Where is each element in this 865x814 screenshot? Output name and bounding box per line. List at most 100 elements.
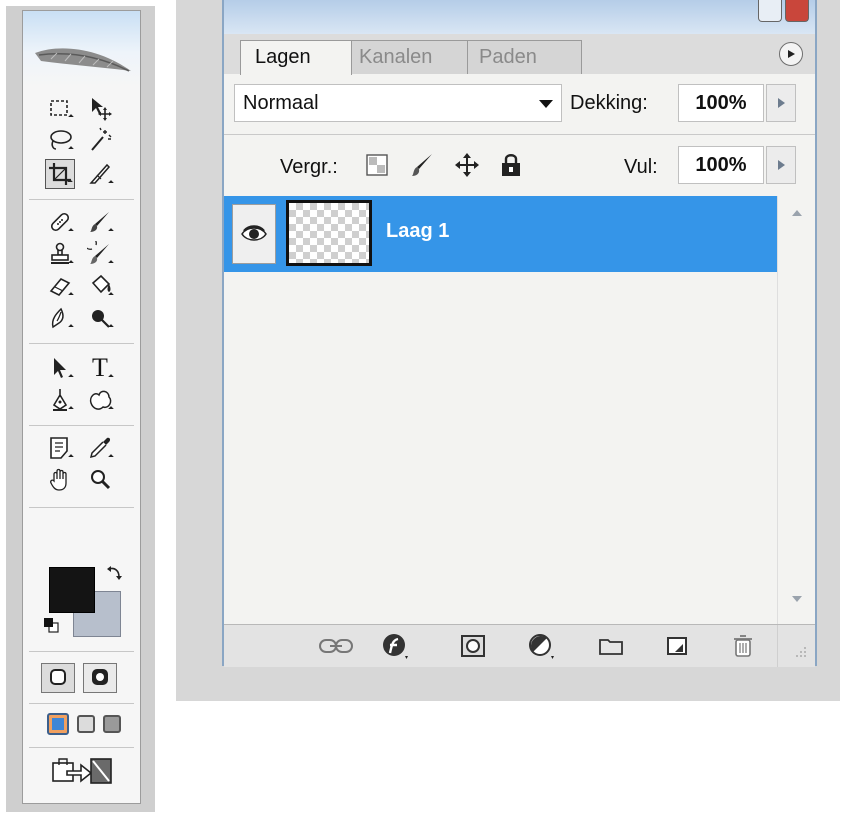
layer-thumbnail[interactable] bbox=[286, 200, 372, 266]
fill-slider-button[interactable] bbox=[766, 146, 796, 184]
panel-menu-button[interactable] bbox=[779, 42, 803, 66]
tab-channels[interactable]: Kanalen bbox=[344, 40, 468, 74]
link-icon bbox=[319, 639, 353, 653]
tools-divider bbox=[29, 425, 134, 426]
type-tool[interactable]: T bbox=[85, 353, 115, 383]
jump-to-imageready-icon[interactable] bbox=[51, 753, 115, 787]
feather-logo-icon bbox=[35, 48, 131, 72]
panel-tabs: Lagen Kanalen Paden bbox=[224, 34, 815, 75]
lock-all-icon[interactable] bbox=[500, 152, 522, 178]
standard-mode-icon bbox=[50, 669, 66, 685]
clone-stamp-tool[interactable] bbox=[45, 239, 75, 269]
add-layer-mask-button[interactable] bbox=[458, 631, 488, 661]
opacity-input[interactable]: 100% bbox=[678, 84, 764, 122]
tab-layers[interactable]: Lagen bbox=[240, 40, 352, 75]
full-screen-mode-button[interactable] bbox=[103, 715, 121, 733]
healing-brush-tool[interactable] bbox=[45, 207, 75, 237]
paint-bucket-tool[interactable] bbox=[85, 271, 115, 301]
new-page-icon bbox=[667, 637, 687, 655]
standard-screen-mode-button[interactable] bbox=[47, 713, 69, 735]
magic-wand-tool[interactable] bbox=[85, 125, 115, 155]
type-icon: T bbox=[92, 353, 108, 382]
fill-label: Vul: bbox=[624, 156, 658, 178]
opacity-slider-button[interactable] bbox=[766, 84, 796, 122]
slice-tool[interactable] bbox=[85, 159, 115, 189]
tools-header bbox=[23, 11, 140, 87]
brush-tool[interactable] bbox=[85, 207, 115, 237]
magic-wand-icon bbox=[91, 127, 112, 151]
close-button[interactable] bbox=[785, 0, 809, 22]
grip-dots bbox=[796, 647, 806, 657]
visibility-toggle[interactable] bbox=[232, 204, 276, 264]
trash-icon bbox=[734, 635, 752, 657]
lock-transparency-icon[interactable] bbox=[366, 154, 388, 176]
notes-tool[interactable] bbox=[45, 433, 75, 463]
tools-divider bbox=[29, 343, 134, 344]
path-selection-tool[interactable] bbox=[45, 353, 75, 383]
history-brush-tool[interactable] bbox=[85, 239, 115, 269]
chevron-down-icon bbox=[539, 100, 553, 108]
layer-list: Laag 1 bbox=[224, 196, 815, 624]
tools-divider bbox=[29, 703, 134, 704]
eyedropper-tool[interactable] bbox=[85, 433, 115, 463]
resize-grip-icon[interactable] bbox=[777, 625, 815, 667]
foreground-color-swatch[interactable] bbox=[49, 567, 95, 613]
magnifier-icon bbox=[91, 470, 111, 490]
lock-position-icon[interactable] bbox=[454, 152, 480, 178]
folder-icon bbox=[599, 639, 623, 655]
panel-titlebar[interactable] bbox=[224, 0, 815, 34]
lasso-tool[interactable] bbox=[45, 125, 75, 155]
lock-row: Vergr.: Vul: 100% bbox=[224, 134, 815, 197]
full-screen-menu-mode-button[interactable] bbox=[77, 715, 95, 733]
layer-row[interactable]: Laag 1 bbox=[224, 196, 777, 272]
tools-divider bbox=[29, 507, 134, 508]
tab-paths[interactable]: Paden bbox=[464, 40, 582, 74]
hand-icon bbox=[50, 468, 67, 491]
layer-style-button[interactable] bbox=[380, 631, 410, 661]
layer-list-scrollbar[interactable] bbox=[777, 196, 815, 624]
quick-mask-button[interactable] bbox=[83, 663, 117, 693]
zoom-tool[interactable] bbox=[85, 465, 115, 495]
delete-layer-button[interactable] bbox=[728, 631, 758, 661]
minimize-button[interactable] bbox=[758, 0, 782, 22]
window-icon bbox=[52, 718, 64, 730]
blur-tool[interactable] bbox=[45, 303, 75, 333]
new-group-button[interactable] bbox=[596, 631, 626, 661]
scroll-up-icon[interactable] bbox=[792, 210, 802, 216]
play-arrow-icon bbox=[788, 50, 795, 58]
tools-panel: T bbox=[22, 10, 141, 804]
crop-tool[interactable] bbox=[45, 159, 75, 189]
pen-tool[interactable] bbox=[45, 385, 75, 415]
adjustment-layer-button[interactable] bbox=[526, 631, 556, 661]
swap-colors-icon[interactable] bbox=[105, 563, 125, 583]
layer-name[interactable]: Laag 1 bbox=[386, 220, 449, 243]
blend-mode-select[interactable]: Normaal bbox=[234, 84, 562, 122]
eraser-tool[interactable] bbox=[45, 271, 75, 301]
blend-mode-value: Normaal bbox=[243, 92, 319, 114]
custom-shape-tool[interactable] bbox=[85, 385, 115, 415]
mask-icon bbox=[461, 635, 485, 657]
new-layer-button[interactable] bbox=[662, 631, 692, 661]
window-controls bbox=[758, 0, 809, 22]
quick-mask-icon bbox=[92, 669, 108, 685]
tools-palette: T bbox=[6, 6, 155, 812]
right-edge bbox=[840, 0, 865, 814]
scroll-down-icon[interactable] bbox=[792, 596, 802, 602]
half-circle-icon bbox=[529, 634, 554, 659]
blend-row: Normaal Dekking: 100% bbox=[224, 74, 815, 135]
lock-label: Vergr.: bbox=[280, 156, 338, 178]
layers-panel: Lagen Kanalen Paden Normaal Dekking: 100… bbox=[222, 0, 817, 667]
dodge-tool[interactable] bbox=[85, 303, 115, 333]
fx-icon bbox=[383, 634, 408, 659]
rectangular-marquee-tool[interactable] bbox=[45, 93, 75, 123]
move-tool[interactable] bbox=[85, 93, 115, 123]
move-icon bbox=[92, 98, 112, 121]
lock-image-pixels-icon[interactable] bbox=[410, 152, 434, 178]
tools-divider bbox=[29, 747, 134, 748]
default-colors-icon[interactable] bbox=[43, 617, 59, 633]
panel-footer bbox=[224, 624, 815, 667]
standard-mode-button[interactable] bbox=[41, 663, 75, 693]
fill-input[interactable]: 100% bbox=[678, 146, 764, 184]
hand-tool[interactable] bbox=[45, 465, 75, 495]
link-layers-button[interactable] bbox=[316, 631, 356, 661]
